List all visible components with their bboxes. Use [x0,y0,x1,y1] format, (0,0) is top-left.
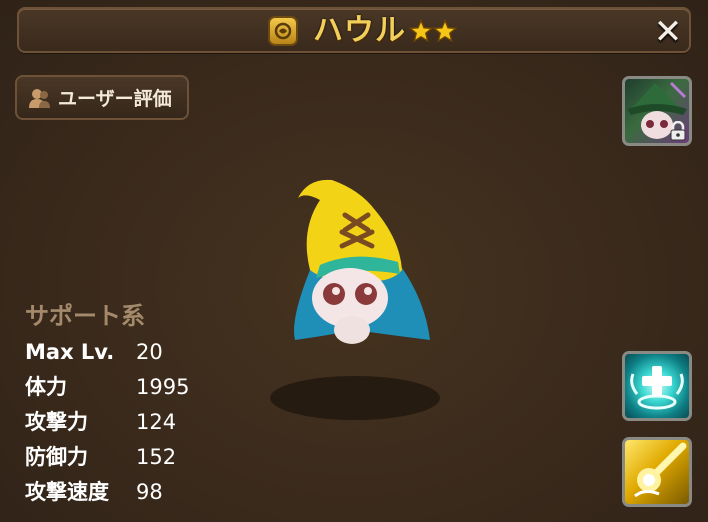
attack-skill-icon [634,442,687,498]
star-icon [409,19,433,43]
stat-value: 152 [136,445,177,469]
close-icon: ✕ [653,12,683,52]
monster-illustration [250,170,460,420]
stat-value: 124 [136,410,177,434]
awakened-portrait-button[interactable] [622,76,692,146]
star-rating [409,19,457,43]
user-review-button[interactable]: ユーザー評価 [15,75,189,120]
monster-book-icon [268,16,298,46]
close-button[interactable]: ✕ [652,14,684,50]
stat-value: 1995 [136,375,190,399]
users-icon [29,88,50,108]
stat-label: Max Lv. [25,340,115,364]
monster-type-label: サポート系 [25,302,145,330]
stat-label: 体力 [25,375,67,399]
stat-label: 防御力 [25,445,88,469]
star-icon [433,19,457,43]
lock-icon [670,121,686,141]
user-review-label: ユーザー評価 [58,88,172,110]
monster-name: ハウル [313,13,406,48]
stat-value: 20 [136,340,163,364]
stat-label: 攻撃速度 [25,480,109,504]
stat-label: 攻撃力 [25,410,88,434]
heal-skill-icon [630,366,684,410]
stat-value: 98 [136,480,163,504]
attack-skill-button[interactable] [622,437,692,507]
heal-skill-button[interactable] [622,351,692,421]
monster-info-panel: ハウル ✕ ユーザー評価 サポート系 Max Lv. 20 体力 1995 攻撃… [0,0,708,522]
